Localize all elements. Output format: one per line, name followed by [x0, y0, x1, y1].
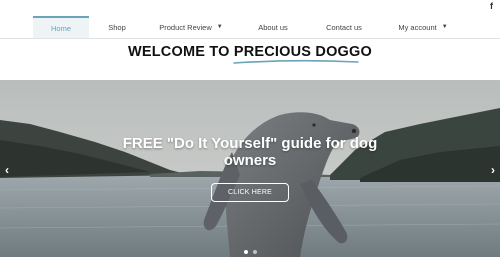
nav-item-my-account[interactable]: My account ▼ [379, 16, 467, 38]
main-navigation: Home Shop Product Review ▼ About us Cont… [33, 16, 467, 38]
brand-name: PRECIOUS DOGGO [233, 44, 372, 60]
hero-title: FREE "Do It Yourself" guide for dog owne… [122, 135, 378, 169]
nav-item-label: Contact us [326, 22, 362, 32]
nav-item-label: Home [50, 23, 71, 33]
slider-dot[interactable] [243, 250, 248, 254]
title-prefix: WELCOME TO [127, 44, 234, 60]
nav-item-label: Product Review [159, 22, 212, 32]
nav-item-label: My account [398, 22, 437, 32]
underline-swoosh [233, 59, 359, 64]
nav-item-label: About us [258, 22, 288, 32]
nav-item-label: Shop [108, 22, 126, 32]
slider-dot[interactable] [252, 250, 257, 254]
chevron-down-icon: ▼ [216, 24, 223, 30]
nav-item-shop[interactable]: Shop [89, 16, 145, 38]
chevron-left-icon[interactable]: ‹ [5, 163, 9, 177]
facebook-icon[interactable]: f [490, 1, 493, 11]
title-highlight: PRECIOUS DOGGO [233, 44, 372, 64]
nav-item-contact-us[interactable]: Contact us [309, 16, 379, 38]
hero-slider: FREE "Do It Yourself" guide for dog owne… [0, 80, 500, 257]
click-here-button[interactable]: CLICK HERE [211, 183, 289, 202]
nav-item-home[interactable]: Home [33, 16, 89, 38]
nav-item-about-us[interactable]: About us [237, 16, 309, 38]
nav-divider [0, 38, 500, 39]
chevron-right-icon[interactable]: › [491, 163, 495, 177]
slider-pagination [0, 250, 500, 254]
page-title: WELCOME TO PRECIOUS DOGGO [0, 44, 500, 64]
nav-item-product-review[interactable]: Product Review ▼ [145, 16, 237, 38]
chevron-down-icon: ▼ [441, 24, 448, 30]
